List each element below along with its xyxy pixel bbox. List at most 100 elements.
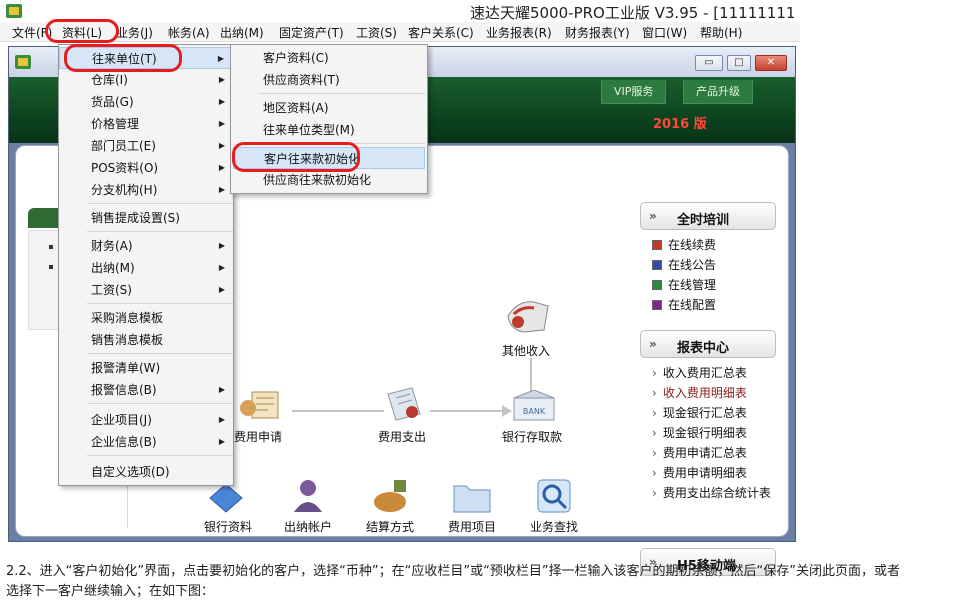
settlement-label[interactable]: 结算方式: [350, 518, 430, 535]
bank-deposit-label[interactable]: 银行存取款: [502, 428, 562, 445]
chevron-right-icon: ›: [652, 446, 657, 460]
minimize-button[interactable]: ▭: [695, 55, 723, 71]
caption-line-1: 2.2、进入“客户初始化”界面，点击要初始化的客户，选择“币种”；在“应收栏目”…: [6, 564, 901, 579]
menu-item-sales-template[interactable]: 销售消息模板: [59, 329, 233, 351]
menu-item-cashier[interactable]: 出纳(M) ▶: [59, 257, 233, 279]
menu-item-alarm-info[interactable]: 报警信息(B) ▶: [59, 379, 233, 401]
menu-item-branch[interactable]: 分支机构(H) ▶: [59, 179, 233, 201]
upgrade-button[interactable]: 产品升级: [683, 80, 753, 104]
menu-item-purchase-template[interactable]: 采购消息模板: [59, 307, 233, 329]
cashier-account-icon[interactable]: [290, 478, 326, 514]
vip-service-button[interactable]: VIP服务: [601, 80, 667, 104]
app-logo-icon: [6, 4, 22, 18]
chevron-right-icon: ▶: [218, 385, 225, 394]
menubar: 文件(F) 资料(L) 业务(J) 帐务(A) 出纳(M) 固定资产(T) 工资…: [0, 22, 800, 42]
menu-chuna[interactable]: 出纳(M): [220, 24, 264, 41]
report-link[interactable]: › 费用申请明细表: [652, 464, 747, 481]
annotation-ziliao: [45, 19, 119, 43]
flow-connector: [430, 410, 508, 412]
chevron-icon: »: [649, 209, 657, 223]
menu-item-project[interactable]: 企业项目(J) ▶: [59, 409, 233, 431]
report-link-active[interactable]: › 收入费用明细表: [652, 384, 747, 401]
screenshot-stage: 速达天耀5000-PRO工业版 V3.95 - [11111111 文件(F) …: [0, 0, 959, 604]
training-link-manage[interactable]: 在线管理: [652, 276, 716, 293]
menu-yewu[interactable]: 业务(J): [116, 24, 153, 41]
expense-pay-icon[interactable]: [382, 384, 426, 424]
child-logo-icon: [15, 55, 31, 69]
menu-item-warehouse[interactable]: 仓库(I) ▶: [59, 69, 233, 91]
chevron-right-icon: ▶: [218, 241, 225, 250]
menu-item-goods[interactable]: 货品(G) ▶: [59, 91, 233, 113]
app-title: 速达天耀5000-PRO工业版 V3.95 - [11111111: [470, 4, 796, 22]
menu-item-company-info[interactable]: 企业信息(B) ▶: [59, 431, 233, 453]
folder-icon[interactable]: [452, 478, 492, 514]
menu-item-alarm-list[interactable]: 报警清单(W): [59, 357, 233, 379]
menu-business-report[interactable]: 业务报表(R): [486, 24, 552, 41]
chevron-right-icon: ▶: [218, 97, 225, 106]
menu-crm[interactable]: 客户关系(C): [408, 24, 474, 41]
menu-assets[interactable]: 固定资产(T): [279, 24, 344, 41]
report-link[interactable]: › 收入费用汇总表: [652, 364, 747, 381]
expense-apply-icon[interactable]: [238, 386, 282, 424]
book-icon: [652, 280, 662, 290]
menu-separator: [87, 303, 233, 304]
bank-icon-text: BANK: [523, 407, 546, 416]
report-link[interactable]: › 费用申请汇总表: [652, 444, 747, 461]
settlement-icon[interactable]: [372, 478, 412, 514]
chevron-right-icon: ›: [652, 406, 657, 420]
report-link[interactable]: › 现金银行汇总表: [652, 404, 747, 421]
chevron-icon: »: [649, 337, 657, 351]
chevron-right-icon: ▶: [218, 263, 225, 272]
training-link-renew[interactable]: 在线续费: [652, 236, 716, 253]
chevron-right-icon: ›: [652, 426, 657, 440]
report-link[interactable]: › 费用支出综合统计表: [652, 484, 771, 501]
other-income-label[interactable]: 其他收入: [502, 342, 550, 359]
expense-pay-label[interactable]: 费用支出: [378, 428, 426, 445]
menu-item-pos[interactable]: POS资料(O) ▶: [59, 157, 233, 179]
training-link-config[interactable]: 在线配置: [652, 296, 716, 313]
bank-icon[interactable]: BANK: [512, 390, 556, 424]
submenu-supplier-init[interactable]: 供应商往来款初始化: [231, 169, 427, 191]
menu-zhangwu[interactable]: 帐务(A): [168, 24, 210, 41]
app-titlebar: 速达天耀5000-PRO工业版 V3.95 - [11111111: [0, 0, 800, 22]
chevron-right-icon: ▶: [218, 163, 225, 172]
bank-data-label[interactable]: 银行资料: [188, 518, 268, 535]
report-center-header[interactable]: » 报表中心: [640, 330, 776, 358]
submenu-supplier-data[interactable]: 供应商资料(T): [231, 69, 427, 91]
menu-window[interactable]: 窗口(W): [642, 24, 687, 41]
book-icon: [652, 260, 662, 270]
submenu-customer-data[interactable]: 客户资料(C): [231, 47, 427, 69]
menu-item-commission[interactable]: 销售提成设置(S): [59, 207, 233, 229]
menu-item-price[interactable]: 价格管理 ▶: [59, 113, 233, 135]
training-header[interactable]: » 全时培训: [640, 202, 776, 230]
submenu-region-data[interactable]: 地区资料(A): [231, 97, 427, 119]
menu-finance-report[interactable]: 财务报表(Y): [565, 24, 630, 41]
close-button[interactable]: ✕: [755, 55, 787, 71]
menu-item-custom-options[interactable]: 自定义选项(D): [59, 461, 233, 483]
other-income-icon[interactable]: [504, 296, 552, 336]
version-year-label: 2016 版: [653, 117, 707, 132]
menu-item-staff[interactable]: 部门员工(E) ▶: [59, 135, 233, 157]
submenu-partner-type[interactable]: 往来单位类型(M): [231, 119, 427, 141]
menu-help[interactable]: 帮助(H): [700, 24, 742, 41]
chevron-right-icon: ▶: [218, 119, 225, 128]
book-icon: [652, 240, 662, 250]
tutorial-caption: 2.2、进入“客户初始化”界面，点击要初始化的客户，选择“币种”；在“应收栏目”…: [6, 562, 956, 602]
expense-apply-label[interactable]: 费用申请: [234, 428, 282, 445]
report-center-title: 报表中心: [677, 341, 730, 356]
expense-item-label[interactable]: 费用项目: [432, 518, 512, 535]
report-link[interactable]: › 现金银行明细表: [652, 424, 747, 441]
search-icon[interactable]: [536, 478, 572, 514]
training-link-notice[interactable]: 在线公告: [652, 256, 716, 273]
chevron-right-icon: ▶: [218, 75, 225, 84]
cashier-account-label[interactable]: 出纳帐户: [268, 518, 348, 535]
menu-separator: [259, 93, 425, 94]
business-search-label[interactable]: 业务查找: [514, 518, 594, 535]
menu-item-salary[interactable]: 工资(S) ▶: [59, 279, 233, 301]
maximize-button[interactable]: □: [727, 55, 751, 71]
training-title: 全时培训: [677, 213, 730, 228]
menu-salary[interactable]: 工资(S): [356, 24, 397, 41]
flow-arrow-icon: [502, 405, 512, 417]
menu-item-finance[interactable]: 财务(A) ▶: [59, 235, 233, 257]
menu-separator: [87, 353, 233, 354]
